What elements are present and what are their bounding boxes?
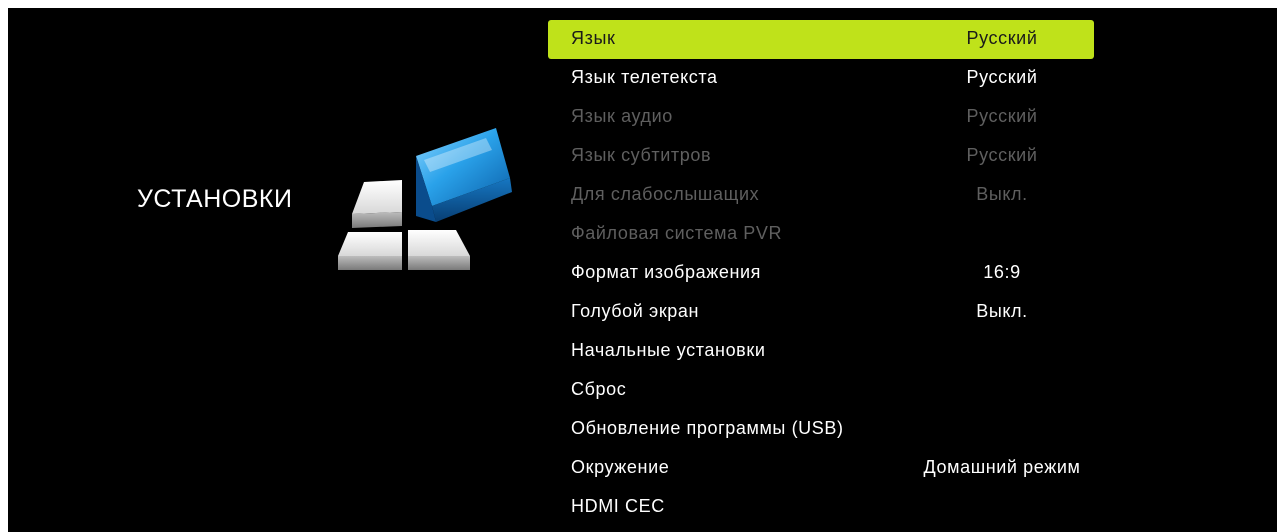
menu-item-label: Язык субтитров <box>571 145 712 165</box>
section-title: УСТАНОВКИ <box>137 185 293 213</box>
menu-item[interactable]: Начальные установки <box>548 332 1094 371</box>
menu-item[interactable]: Язык Русский <box>548 20 1094 59</box>
menu-item-label: Окружение <box>571 457 670 477</box>
menu-item[interactable]: Голубой экран Выкл. <box>548 293 1094 332</box>
menu-item-label: Для слабослышащих <box>571 184 760 204</box>
menu-item-value: Выкл. <box>976 184 1028 204</box>
menu-item[interactable]: Окружение Домашний режим <box>548 449 1094 488</box>
menu-item: Для слабослышащих Выкл. <box>548 176 1094 215</box>
menu-item[interactable]: Обновление программы (USB) <box>548 410 1094 449</box>
menu-item-value: Русский <box>966 67 1038 87</box>
tv-settings-screen: УСТАНОВКИ Язык Русский Язык телетекста Р… <box>8 8 1277 532</box>
menu-item-label: Формат изображения <box>571 262 761 282</box>
menu-item-label: HDMI CEC <box>571 496 665 516</box>
settings-blocks-icon <box>338 128 512 270</box>
menu-item-value: Русский <box>966 28 1038 48</box>
menu-item-label: Язык аудио <box>571 106 673 126</box>
menu-item-value: Домашний режим <box>923 457 1081 477</box>
menu-item: Файловая система PVR <box>548 215 1094 254</box>
menu-item-value: Выкл. <box>976 301 1028 321</box>
menu-item-label: Язык <box>571 28 616 48</box>
menu-item[interactable]: Формат изображения 16:9 <box>548 254 1094 293</box>
settings-menu: Язык Русский Язык телетекста Русский Язык ау… <box>548 20 1094 527</box>
menu-item-value: Русский <box>966 145 1038 165</box>
menu-item-label: Голубой экран <box>571 301 700 321</box>
menu-item-label: Язык телетекста <box>571 67 718 87</box>
menu-item-value: Русский <box>966 106 1038 126</box>
menu-item: Язык субтитров Русский <box>548 137 1094 176</box>
menu-item-value: 16:9 <box>983 262 1021 282</box>
menu-item: Язык аудио Русский <box>548 98 1094 137</box>
menu-item-label: Обновление программы (USB) <box>571 418 844 438</box>
menu-item[interactable]: HDMI CEC <box>548 488 1094 527</box>
menu-item-label: Сброс <box>571 379 627 399</box>
menu-item[interactable]: Сброс <box>548 371 1094 410</box>
menu-item-label: Файловая система PVR <box>571 223 783 243</box>
menu-item-label: Начальные установки <box>571 340 766 360</box>
menu-item[interactable]: Язык телетекста Русский <box>548 59 1094 98</box>
